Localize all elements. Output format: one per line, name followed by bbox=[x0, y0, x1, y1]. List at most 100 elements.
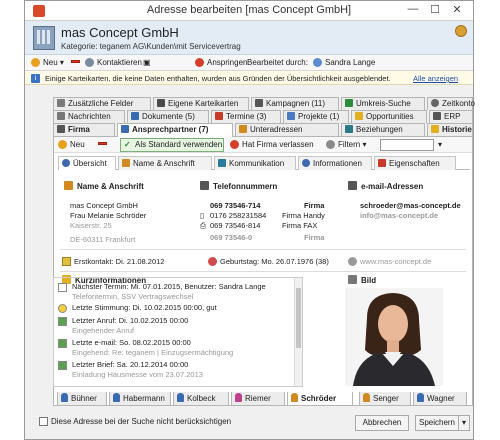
call-button[interactable]: Anspringen bbox=[195, 58, 247, 67]
new-icon bbox=[31, 58, 40, 67]
save-button[interactable]: Speichern bbox=[415, 415, 459, 431]
contact-person-tabs: Bühner Habermann Kolbeck Riemer Schröder… bbox=[53, 392, 473, 406]
person-icon bbox=[177, 393, 184, 402]
tab-own-cards[interactable]: Eigene Karteikarten bbox=[153, 97, 249, 110]
email-address[interactable]: info@mas-concept.de bbox=[360, 211, 438, 220]
pin-icon[interactable] bbox=[455, 25, 467, 37]
address-icon bbox=[122, 159, 130, 167]
image-icon bbox=[348, 275, 357, 284]
calendar-icon bbox=[215, 112, 223, 120]
tab-subaddresses[interactable]: Unteradressen bbox=[235, 123, 339, 136]
tab-company[interactable]: Firma bbox=[53, 123, 115, 136]
contact-tab[interactable]: Habermann bbox=[109, 392, 171, 406]
clock-icon bbox=[431, 99, 439, 107]
scrollbar[interactable] bbox=[294, 278, 302, 386]
phone-number[interactable]: 0176 258231584 bbox=[210, 211, 266, 220]
tab-row-3: Firma Ansprechpartner (7) Unteradressen … bbox=[53, 123, 473, 137]
tab-projects[interactable]: Projekte (1) bbox=[283, 110, 349, 123]
opportunity-icon bbox=[355, 112, 363, 120]
contact-tab-active[interactable]: Schröder bbox=[287, 392, 353, 406]
address-city: DE-60311 Frankfurt bbox=[70, 235, 136, 244]
contact-tab[interactable]: Wagner bbox=[413, 392, 467, 406]
person-icon bbox=[61, 393, 68, 402]
tab-properties[interactable]: Eigenschaften bbox=[374, 156, 456, 170]
filter-dropdown-icon[interactable]: ▾ bbox=[438, 140, 442, 149]
tab-time-account[interactable]: Zeitkonto bbox=[427, 97, 475, 110]
building-icon bbox=[33, 26, 55, 50]
remove-button[interactable] bbox=[71, 58, 83, 67]
person-icon bbox=[291, 393, 298, 402]
address-company: mas Concept GmbH bbox=[70, 201, 138, 210]
radius-icon bbox=[345, 99, 353, 107]
close-button[interactable]: ✕ bbox=[449, 3, 465, 16]
tab-campaigns[interactable]: Kampagnen (11) bbox=[251, 97, 339, 110]
short-info-list: Nächster Termin: Mi. 07.01.2015, Benutze… bbox=[53, 277, 303, 387]
tab-relations[interactable]: Beziehungen bbox=[341, 123, 425, 136]
person-icon bbox=[363, 393, 370, 402]
tab-contact-persons[interactable]: Ansprechpartner (7) bbox=[117, 123, 233, 137]
tab-history[interactable]: Historie bbox=[427, 123, 473, 136]
call-icon bbox=[58, 317, 67, 326]
tab-erp[interactable]: ERP bbox=[429, 110, 473, 123]
use-as-default-button[interactable]: Als Standard verwenden bbox=[120, 138, 224, 152]
maximize-button[interactable]: ☐ bbox=[427, 3, 443, 16]
tab-additional-fields[interactable]: Zusätzliche Felder bbox=[53, 97, 151, 110]
contact-tab[interactable]: Kolbeck bbox=[173, 392, 229, 406]
tab-overview[interactable]: Übersicht bbox=[58, 156, 116, 170]
main-toolbar: Neu ▾ Kontaktieren ▾ ▣ Anspringen Bearbe… bbox=[25, 55, 473, 71]
scrollbar-thumb[interactable] bbox=[296, 288, 301, 348]
phone-type: Firma Handy bbox=[282, 211, 325, 220]
website[interactable]: www.mas-concept.de bbox=[348, 257, 431, 266]
bookmark-icon[interactable]: ▣ bbox=[143, 58, 151, 67]
delete-contact-button[interactable] bbox=[98, 140, 110, 149]
contact-tab[interactable]: Bühner bbox=[57, 392, 107, 406]
show-all-link[interactable]: Alle anzeigen bbox=[413, 74, 458, 83]
tab-name-address[interactable]: Name & Anschrift bbox=[118, 156, 212, 170]
company-name: mas Concept GmbH bbox=[61, 25, 179, 40]
tab-messages[interactable]: Nachrichten bbox=[53, 110, 125, 123]
exclude-from-search-checkbox[interactable] bbox=[39, 417, 48, 426]
tab-opportunities[interactable]: Opportunities bbox=[351, 110, 427, 123]
new-contact-button[interactable]: Neu bbox=[58, 140, 85, 149]
calendar-icon bbox=[58, 283, 67, 292]
tab-communication[interactable]: Kommunikation bbox=[214, 156, 296, 170]
tab-radius-search[interactable]: Umkreis-Suche bbox=[341, 97, 425, 110]
tab-appointments[interactable]: Termine (3) bbox=[211, 110, 281, 123]
edited-by-label: Bearbeitet durch: bbox=[247, 58, 308, 67]
phone-number[interactable]: 069 73546-714 bbox=[210, 201, 260, 210]
inner-tabs: Übersicht Name & Anschrift Kommunikation… bbox=[58, 156, 470, 170]
filter-input[interactable] bbox=[380, 139, 434, 151]
filter-button[interactable]: Filtern ▾ bbox=[326, 140, 366, 149]
list-item-sub: Eingehend: Re: teganem | Einzugsermächti… bbox=[72, 348, 234, 357]
tab-information[interactable]: Informationen bbox=[298, 156, 372, 170]
email-icon bbox=[58, 339, 67, 348]
erp-icon bbox=[433, 112, 441, 120]
email-address[interactable]: schroeder@mas-concept.de bbox=[360, 201, 461, 210]
list-item: Letzte Stimmung: Di. 10.02.2015 00:00, g… bbox=[72, 303, 217, 312]
contact-photo bbox=[345, 288, 443, 386]
cancel-button[interactable]: Abbrechen bbox=[355, 415, 409, 431]
list-item: Letzter Anruf: Di. 10.02.2015 00:00 bbox=[72, 316, 189, 325]
letter-icon bbox=[58, 361, 67, 370]
address-street: Kaiserstr. 25 bbox=[70, 221, 112, 230]
message-icon bbox=[57, 112, 65, 120]
tab-documents[interactable]: Dokumente (5) bbox=[127, 110, 209, 123]
category-path: Kategorie: teganem AG\Kunden\mit Service… bbox=[61, 42, 241, 51]
info-icon bbox=[302, 159, 310, 167]
contacts-button[interactable]: Kontaktieren ▾ bbox=[85, 58, 148, 67]
list-item-sub: Telefontermin, SSV Vertragswechsel bbox=[72, 292, 194, 301]
project-icon bbox=[287, 112, 295, 120]
communication-icon bbox=[218, 159, 226, 167]
minimize-button[interactable]: — bbox=[405, 3, 421, 15]
edited-by-user[interactable]: Sandra Lange bbox=[313, 58, 375, 67]
phone-number[interactable]: 069 73546-814 bbox=[210, 221, 260, 230]
phone-number[interactable]: 069 73546-0 bbox=[210, 233, 252, 242]
email-heading: e-mail-Adressen bbox=[348, 181, 423, 191]
new-button[interactable]: Neu ▾ bbox=[31, 58, 64, 67]
phone-type: Firma bbox=[304, 233, 325, 242]
contact-tab[interactable]: Senger bbox=[359, 392, 411, 406]
save-dropdown-icon[interactable]: ▾ bbox=[458, 415, 470, 431]
contact-tab[interactable]: Riemer bbox=[231, 392, 285, 406]
address-header: mas Concept GmbH Kategorie: teganem AG\K… bbox=[25, 21, 473, 55]
left-company-button[interactable]: Hat Firma verlassen bbox=[230, 140, 314, 149]
